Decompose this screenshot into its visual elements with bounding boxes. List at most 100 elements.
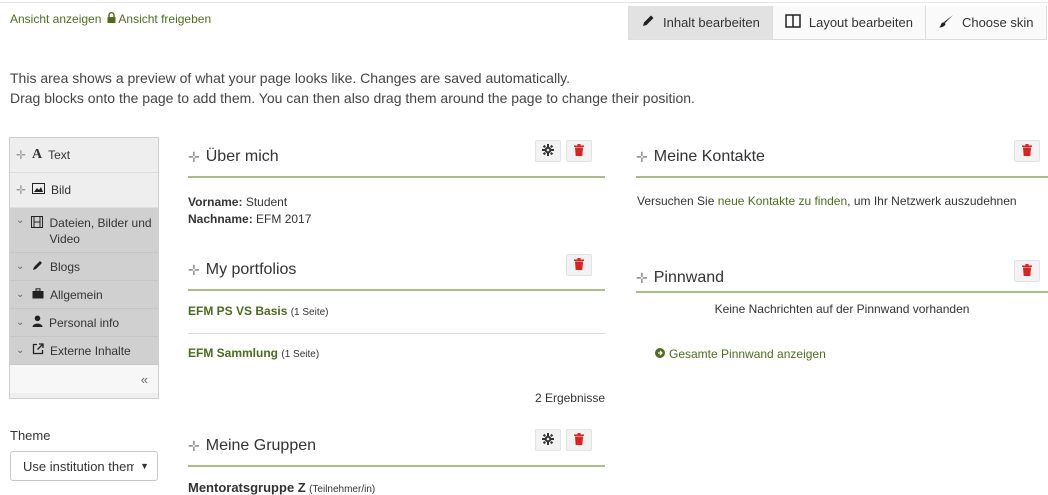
layout-icon <box>785 14 801 31</box>
trash-icon <box>1022 143 1032 159</box>
block-about-delete-button[interactable] <box>566 140 592 162</box>
intro-text: This area shows a preview of what your p… <box>10 68 695 108</box>
portfolio-item[interactable]: EFM PS VS Basis (1 Seite) <box>188 304 329 318</box>
portfolio-item[interactable]: EFM Sammlung (1 Seite) <box>188 346 319 360</box>
view-page-link[interactable]: Ansicht anzeigen <box>10 12 101 26</box>
block-title-text: Meine Gruppen <box>205 437 317 454</box>
last-name-row: Nachname: EFM 2017 <box>188 212 312 226</box>
block-contacts-delete-button[interactable] <box>1014 140 1040 162</box>
portfolio-name-link[interactable]: EFM Sammlung <box>188 346 278 360</box>
tab-label: Inhalt bearbeiten <box>663 15 760 30</box>
palette-item-label: Text <box>48 148 71 162</box>
chevron-down-icon: ⌄ <box>16 289 25 300</box>
tab-choose-skin[interactable]: Choose skin <box>925 6 1047 40</box>
view-actions: Ansicht anzeigen Ansicht freigeben <box>10 12 211 26</box>
block-about-title[interactable]: ✛ Über mich <box>188 148 279 166</box>
contacts-text-before: Versuchen Sie <box>637 194 718 208</box>
wall-show-all-link[interactable]: Gesamte Pinnwand anzeigen <box>655 347 826 361</box>
palette-item-image[interactable]: ✛ Bild <box>10 173 158 208</box>
external-link-icon <box>32 343 44 358</box>
palette-item-label: Allgemein <box>50 287 103 302</box>
group-role: (Teilnehmer/in) <box>309 484 376 495</box>
block-contacts-title[interactable]: ✛ Meine Kontakte <box>636 148 765 166</box>
palette-item-label: Dateien, Bilder und Video <box>49 216 152 246</box>
move-icon: ✛ <box>636 148 648 165</box>
contacts-text-after: , um Ihr Netzwerk auszudehnen <box>847 194 1017 208</box>
collapse-palette-button[interactable]: « <box>10 365 158 393</box>
portfolio-results-count: 2 Ergebnisse <box>534 391 605 405</box>
double-chevron-left-icon: « <box>140 371 148 387</box>
theme-select[interactable]: Use institution theme ▼ <box>10 451 158 481</box>
block-wall-divider <box>636 291 1048 293</box>
block-title-text: Pinnwand <box>653 269 725 286</box>
portfolio-separator <box>188 333 605 334</box>
wall-empty-text: Keine Nachrichten auf der Pinnwand vorha… <box>714 302 970 316</box>
top-divider <box>0 2 1048 3</box>
text-icon: A <box>32 147 43 162</box>
chevron-down-icon: ⌄ <box>16 317 25 328</box>
palette-item-text[interactable]: ✛ A Text <box>10 138 158 173</box>
move-icon: ✛ <box>16 183 27 197</box>
trash-icon <box>1022 263 1032 279</box>
pencil-icon <box>641 14 655 31</box>
arrow-circle-right-icon <box>655 347 665 361</box>
block-title-text: My portfolios <box>205 261 297 278</box>
portfolio-page-count: (1 Seite) <box>290 307 329 318</box>
chevron-down-icon: ⌄ <box>16 215 25 226</box>
theme-label: Theme <box>10 428 51 443</box>
first-name-row: Vorname: Student <box>188 195 288 209</box>
tab-edit-content[interactable]: Inhalt bearbeiten <box>629 6 773 40</box>
palette-item-label: Externe Inhalte <box>50 343 131 358</box>
move-icon: ✛ <box>188 437 200 454</box>
block-groups-delete-button[interactable] <box>566 429 592 451</box>
block-palette: ✛ A Text ✛ Bild ⌄ Dateien, Bilder und Vi… <box>9 137 159 399</box>
trash-icon <box>574 257 584 273</box>
about-fields: Vorname: Student Nachname: EFM 2017 <box>188 194 311 228</box>
palette-category-blogs[interactable]: ⌄ Blogs <box>10 253 158 281</box>
briefcase-icon <box>32 287 44 302</box>
tab-label: Choose skin <box>961 15 1034 30</box>
lock-icon <box>107 12 116 26</box>
block-portfolios-title[interactable]: ✛ My portfolios <box>188 261 296 279</box>
block-title-text: Meine Kontakte <box>653 148 765 165</box>
block-wall-title[interactable]: ✛ Pinnwand <box>636 269 724 287</box>
block-about-settings-button[interactable] <box>535 140 561 162</box>
intro-line-2: Drag blocks onto the page to add them. Y… <box>10 90 695 106</box>
block-groups-settings-button[interactable] <box>535 429 561 451</box>
image-icon <box>32 183 45 197</box>
move-icon: ✛ <box>188 261 200 278</box>
theme-select-value: Use institution theme <box>23 458 135 474</box>
block-groups-title[interactable]: ✛ Meine Gruppen <box>188 437 316 455</box>
trash-icon <box>574 143 584 159</box>
share-view-link[interactable]: Ansicht freigeben <box>118 12 211 26</box>
block-wall-delete-button[interactable] <box>1014 260 1040 282</box>
tab-edit-layout[interactable]: Layout bearbeiten <box>772 6 926 40</box>
trash-icon <box>574 432 584 448</box>
contacts-text: Versuchen Sie neue Kontakte zu finden, u… <box>637 194 1048 208</box>
block-about-divider <box>188 176 605 178</box>
palette-category-files[interactable]: ⌄ Dateien, Bilder und Video <box>10 208 158 253</box>
move-icon: ✛ <box>188 148 200 165</box>
last-name-value: EFM 2017 <box>256 212 312 226</box>
block-contacts-divider <box>636 176 1048 178</box>
move-icon: ✛ <box>16 148 27 162</box>
portfolio-name-link[interactable]: EFM PS VS Basis <box>188 304 287 318</box>
block-portfolios-delete-button[interactable] <box>566 254 592 276</box>
caret-down-icon: ▼ <box>140 461 149 471</box>
gear-icon <box>542 143 554 159</box>
edit-mode-tabs: Inhalt bearbeiten Layout bearbeiten Choo… <box>628 6 1047 40</box>
chevron-down-icon: ⌄ <box>16 261 25 272</box>
brush-icon <box>938 14 954 31</box>
film-icon <box>31 216 44 231</box>
palette-category-external[interactable]: ⌄ Externe Inhalte <box>10 337 158 365</box>
palette-item-label: Personal info <box>49 315 120 330</box>
tab-label: Layout bearbeiten <box>808 15 913 30</box>
wall-show-all-label: Gesamte Pinnwand anzeigen <box>669 347 826 361</box>
block-portfolios-divider <box>188 289 605 291</box>
gear-icon <box>542 432 554 448</box>
palette-category-personal-info[interactable]: ⌄ Personal info <box>10 309 158 337</box>
user-icon <box>32 315 43 330</box>
find-contacts-link[interactable]: neue Kontakte zu finden <box>718 194 847 208</box>
share-view-link-wrap[interactable]: Ansicht freigeben <box>107 12 211 26</box>
palette-category-general[interactable]: ⌄ Allgemein <box>10 281 158 309</box>
